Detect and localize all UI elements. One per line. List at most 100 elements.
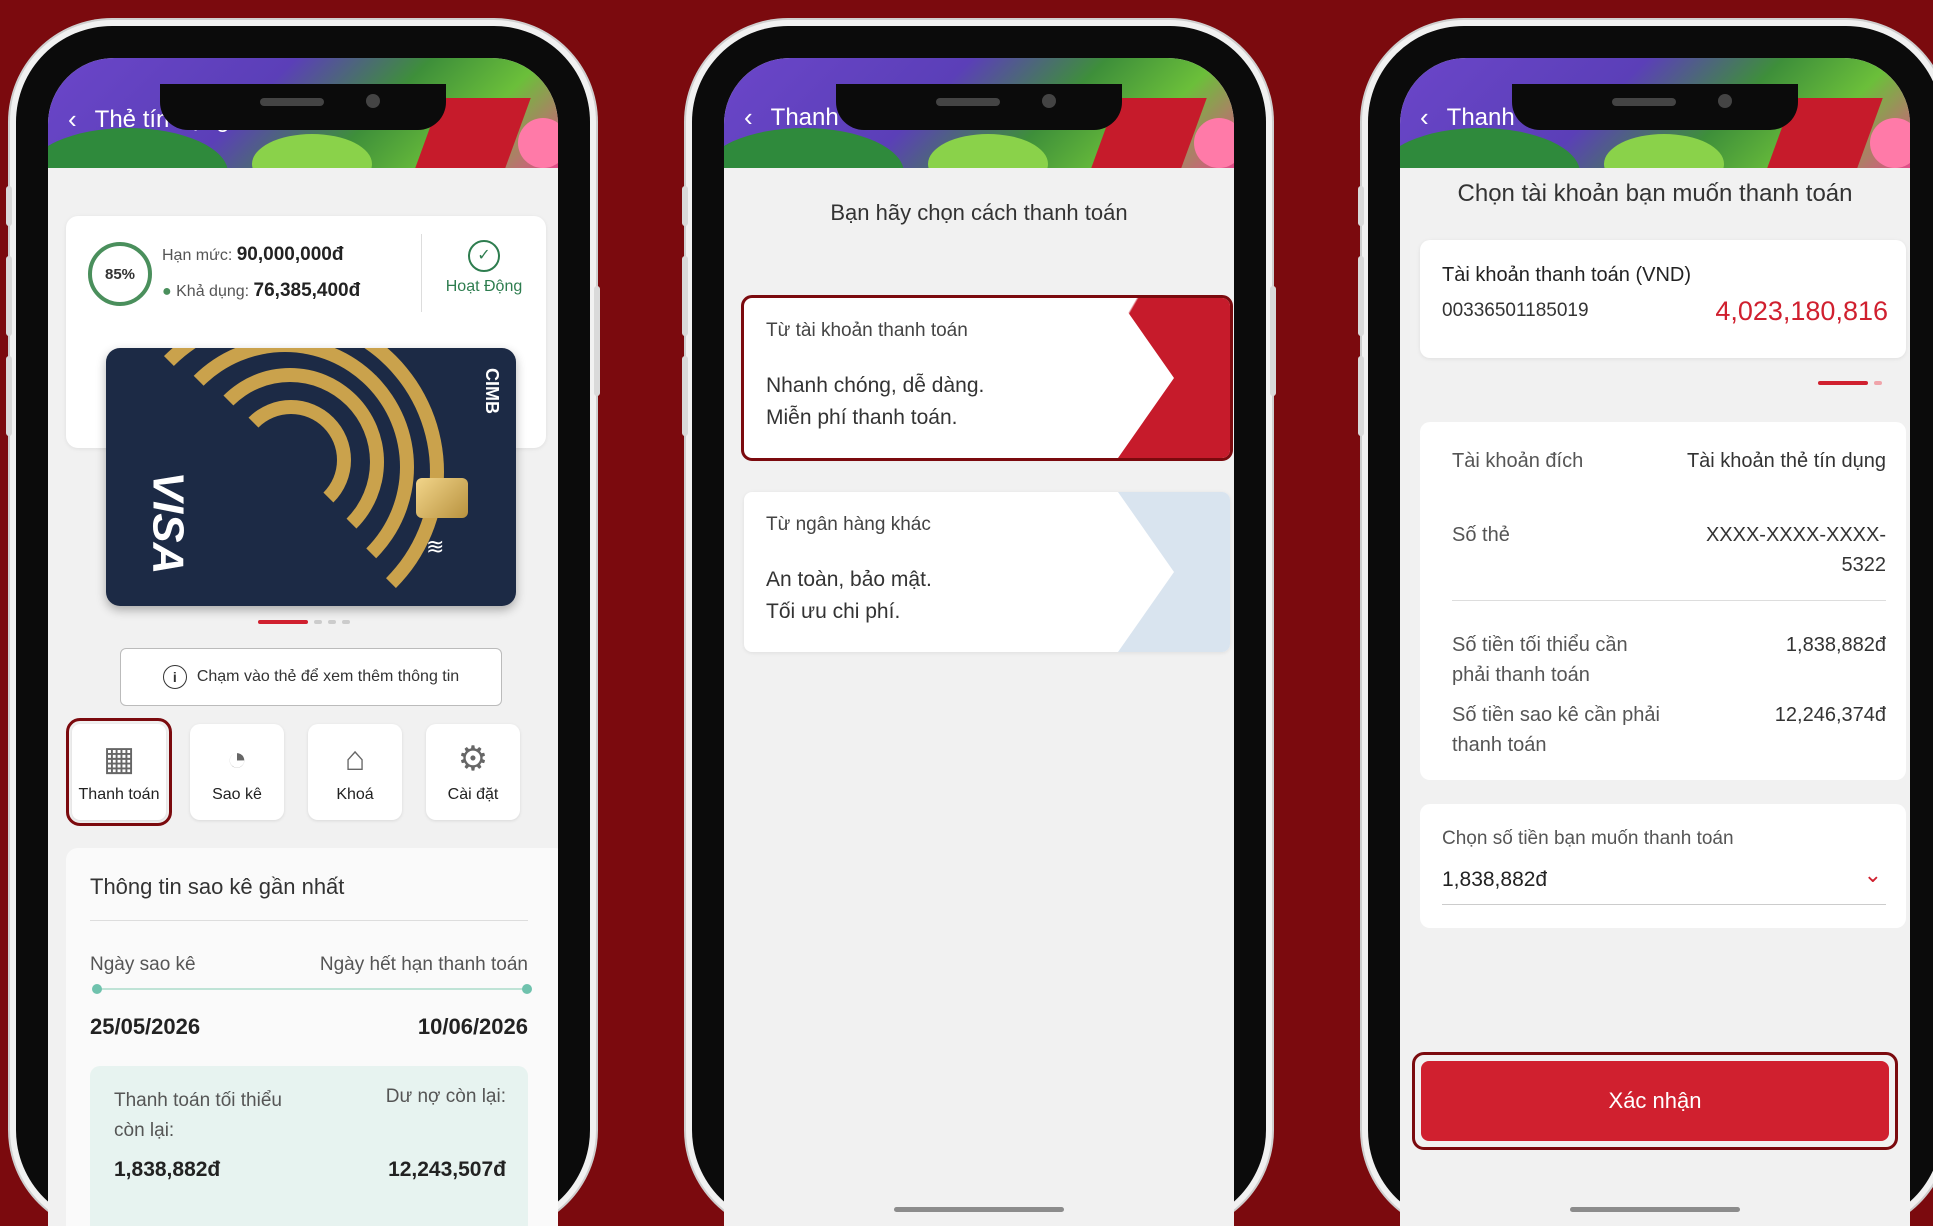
action-lock[interactable]: ⌂ Khoá — [308, 724, 402, 820]
available-label: Khả dụng: — [176, 283, 250, 300]
option-line: An toàn, bảo mật. — [766, 568, 932, 591]
phone-notch — [1512, 84, 1798, 130]
phone-payment-method: ‹ Thanh toán Bạn hãy chọn cách thanh toá… — [682, 26, 1276, 1226]
phone-side-button — [1358, 356, 1364, 436]
phone-side-button — [6, 256, 12, 336]
home-indicator — [1570, 1207, 1740, 1212]
chevron-down-icon[interactable]: ⌄ — [1864, 862, 1882, 888]
amount-value: 1,838,882đ — [1442, 868, 1548, 891]
settings-icon: ⚙ — [457, 740, 489, 778]
phone-side-button — [1270, 286, 1276, 396]
phone-notch — [836, 84, 1122, 130]
option-from-other-bank[interactable]: Từ ngân hàng khác An toàn, bảo mật. Tối … — [744, 492, 1230, 652]
option-line: Nhanh chóng, dễ dàng. — [766, 374, 985, 397]
status-badge: ✓ Hoạt Động — [434, 240, 534, 296]
atm-illustration — [1118, 492, 1230, 652]
detail-value: Tài khoản thẻ tín dụng — [1686, 450, 1886, 472]
limit-value: 90,000,000đ — [236, 244, 344, 265]
option-from-payment-account[interactable]: Từ tài khoản thanh toán Nhanh chóng, dễ … — [741, 295, 1233, 461]
divider — [90, 920, 528, 921]
phone-screen: ‹ Thanh toán Bạn hãy chọn cách thanh toá… — [724, 58, 1234, 1226]
payment-details: Tài khoản đích Tài khoản thẻ tín dụng Số… — [1420, 422, 1906, 780]
min-remaining-label: Thanh toán tối thiểu còn lại: — [114, 1090, 282, 1141]
back-icon[interactable]: ‹ — [744, 102, 753, 133]
available-row: ● Khả dụng: 76,385,400đ — [162, 280, 360, 302]
back-icon[interactable]: ‹ — [1420, 102, 1429, 133]
home-indicator — [894, 1207, 1064, 1212]
amount-select[interactable]: Chọn số tiền bạn muốn thanh toán 1,838,8… — [1420, 804, 1906, 928]
statement-date-label: Ngày sao kê — [90, 954, 196, 975]
choose-account-title: Chọn tài khoản bạn muốn thanh toán — [1457, 180, 1853, 207]
divider — [1442, 904, 1886, 905]
account-name: Tài khoản thanh toán (VND) — [1442, 264, 1692, 286]
detail-key: Số thẻ — [1452, 524, 1510, 546]
divider — [421, 234, 422, 312]
status-text: Hoạt Động — [445, 278, 523, 295]
phone-side-button — [1358, 186, 1364, 226]
statement-section: Thông tin sao kê gần nhất Ngày sao kê Ng… — [66, 848, 558, 1226]
phone-credit-card: ‹ Thẻ tín dụng visa 85% Hạn mức: 90,000,… — [6, 26, 600, 1226]
phone-payment-confirm: ‹ Thanh toán từ tk thanh toán Chọn tài k… — [1358, 26, 1933, 1226]
info-icon: i — [162, 665, 187, 689]
detail-key: Số tiền tối thiểu cần phải thanh toán — [1452, 634, 1628, 686]
card-chip — [416, 478, 468, 518]
phone-side-button — [1358, 256, 1364, 336]
option-description: An toàn, bảo mật. Tối ưu chi phí. — [766, 564, 932, 628]
detail-value: 1,838,882đ — [1785, 634, 1886, 656]
detail-value: 12,246,374đ — [1774, 704, 1886, 726]
debt-remaining-label: Dư nợ còn lại: — [385, 1086, 506, 1107]
available-dot-icon: ● — [162, 283, 172, 300]
option-title: Từ tài khoản thanh toán — [766, 320, 968, 341]
action-label: Khoá — [336, 786, 374, 803]
phone-side-button — [594, 286, 600, 396]
phone-side-button — [682, 256, 688, 336]
action-label: Sao kê — [212, 786, 262, 803]
timeline-start-dot — [92, 984, 102, 994]
remaining-box: Thanh toán tối thiểu còn lại: Dư nợ còn … — [90, 1066, 528, 1226]
confirm-button[interactable]: Xác nhận — [1421, 1061, 1889, 1141]
carousel-dots — [1818, 381, 1882, 385]
statement-date: 25/05/2026 — [90, 1014, 201, 1039]
divider — [1452, 600, 1886, 601]
carousel-dots — [258, 620, 350, 624]
action-payment[interactable]: ▦ Thanh toán — [66, 718, 172, 826]
usage-ring: 85% — [88, 242, 152, 306]
account-number: 00336501185019 — [1442, 300, 1589, 321]
min-remaining-value: 1,838,882đ — [114, 1158, 221, 1181]
action-statement[interactable]: ◔ Sao kê — [190, 724, 284, 820]
phone-notch — [160, 84, 446, 130]
action-settings[interactable]: ⚙ Cài đặt — [426, 724, 520, 820]
phone-side-button — [6, 356, 12, 436]
visa-logo: VISA — [143, 471, 193, 575]
source-account-card[interactable]: Tài khoản thanh toán (VND) 0033650118501… — [1420, 240, 1906, 358]
contactless-icon: ≋ — [426, 534, 445, 559]
statement-title: Thông tin sao kê gần nhất — [90, 874, 345, 899]
option-line: Tối ưu chi phí. — [766, 600, 901, 623]
detail-value: XXXX-XXXX-XXXX-5322 — [1705, 524, 1886, 576]
option-description: Nhanh chóng, dễ dàng. Miễn phí thanh toá… — [766, 370, 984, 434]
confirm-highlight: Xác nhận — [1412, 1052, 1898, 1150]
action-tiles: ▦ Thanh toán ◔ Sao kê ⌂ Khoá ⚙ Cài đặt — [66, 718, 520, 826]
cimb-logo: CIMB — [482, 368, 502, 414]
phone-side-button — [6, 186, 12, 226]
choose-method-prompt: Bạn hãy chọn cách thanh toán — [830, 200, 1128, 225]
hint-text: Chạm vào thẻ để xem thêm thông tin — [196, 668, 460, 685]
detail-key: Tài khoản đích — [1452, 450, 1584, 472]
back-icon[interactable]: ‹ — [68, 104, 77, 135]
due-date-label: Ngày hết hạn thanh toán — [319, 954, 528, 975]
phone-side-button — [682, 356, 688, 436]
usage-percent: 85% — [104, 265, 136, 283]
pie-chart-icon: ◔ — [226, 740, 248, 778]
limit-row: Hạn mức: 90,000,000đ — [162, 244, 343, 266]
amount-label: Chọn số tiền bạn muốn thanh toán — [1442, 828, 1734, 849]
timeline-end-dot — [522, 984, 532, 994]
card-illustration — [1118, 298, 1230, 458]
phone-screen: ‹ Thẻ tín dụng visa 85% Hạn mức: 90,000,… — [48, 58, 558, 1226]
lock-icon: ⌂ — [344, 740, 366, 778]
credit-card-image[interactable]: ≋ VISA CIMB — [106, 348, 516, 606]
limit-label: Hạn mức: — [162, 247, 233, 264]
due-date: 10/06/2026 — [417, 1014, 528, 1039]
action-label: Thanh toán — [78, 786, 160, 803]
timeline-line — [96, 988, 526, 990]
card-arc — [231, 400, 351, 520]
